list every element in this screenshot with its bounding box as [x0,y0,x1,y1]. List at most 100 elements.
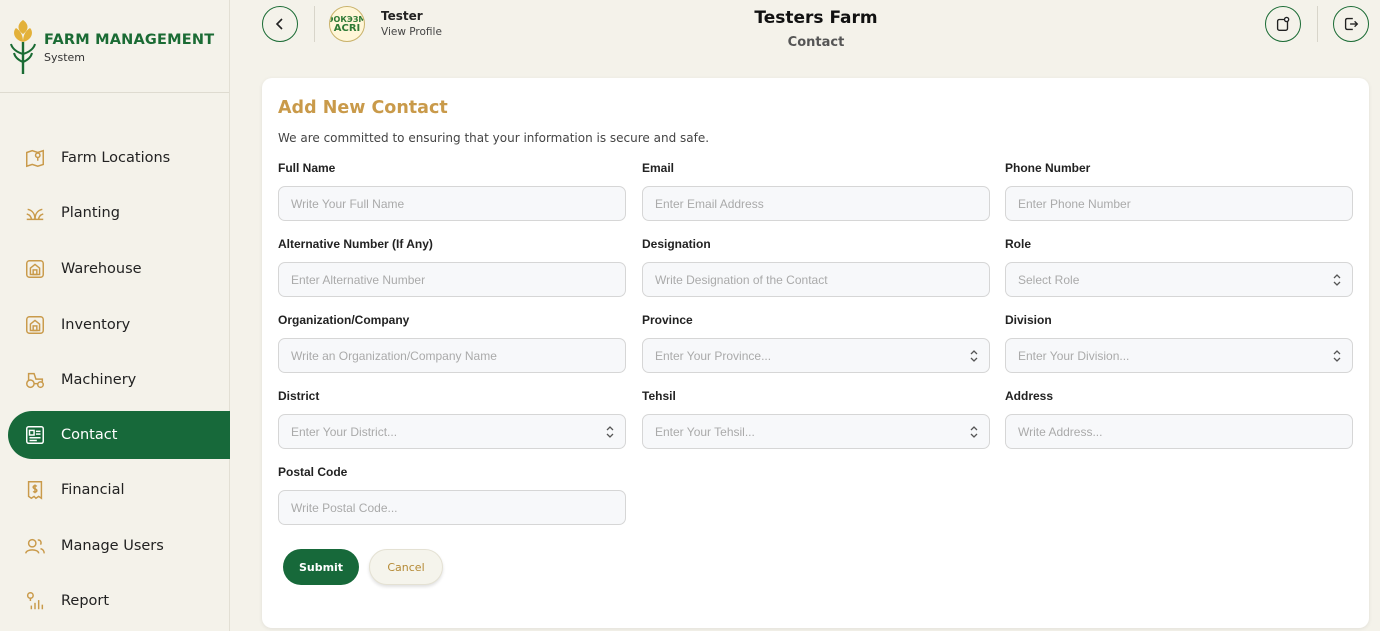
role-select[interactable]: Select Role [1005,262,1353,297]
division-select[interactable]: Enter Your Division... [1005,338,1353,373]
field-label: Division [1005,313,1052,327]
designation-input[interactable]: Write Designation of the Contact [642,262,990,297]
field-label: Role [1005,237,1032,251]
sidebar-item-warehouse[interactable]: Warehouse [8,245,230,293]
contact-book-icon [23,423,47,447]
sidebar-item-label: Financial [61,482,125,498]
header-divider [1317,6,1318,42]
alternative-number-input[interactable]: Enter Alternative Number [278,262,626,297]
full-name-field: Full Name Write Your Full Name [278,161,626,221]
province-select[interactable]: Enter Your Province... [642,338,990,373]
avatar-logo: ЭОКЭЗМ ACRI [329,15,365,34]
tehsil-field: Tehsil Enter Your Tehsil... [642,389,990,449]
address-input[interactable]: Write Address... [1005,414,1353,449]
role-field: Role Select Role [1005,237,1353,297]
form-subtitle: We are committed to ensuring that your i… [278,131,710,145]
back-button[interactable] [262,6,298,42]
full-name-input[interactable]: Write Your Full Name [278,186,626,221]
brand-title: FARM MANAGEMENT [44,32,215,48]
brand-logo: FARM MANAGEMENT System [8,20,214,76]
field-label: Designation [642,237,711,251]
alternative-number-field: Alternative Number (If Any) Enter Altern… [278,237,626,297]
sidebar: FARM MANAGEMENT System Farm Locations Pl… [0,0,230,631]
sidebar-item-contact[interactable]: Contact [8,411,230,459]
tractor-icon [23,368,47,392]
sidebar-item-report[interactable]: Report [8,577,230,625]
wheat-logo-icon [10,20,36,74]
farm-title: Testers Farm [754,8,878,28]
postal-code-field: Postal Code Write Postal Code... [278,465,626,525]
chevron-up-down-icon [1333,350,1341,362]
chevron-up-down-icon [970,350,978,362]
logout-icon [1344,17,1359,31]
sidebar-item-machinery[interactable]: Machinery [8,356,230,404]
chevron-up-down-icon [1333,274,1341,286]
sidebar-item-planting[interactable]: Planting [8,189,230,237]
user-name: Tester [381,9,423,23]
district-select-value: Enter Your District... [291,424,398,439]
cancel-button[interactable]: Cancel [369,549,443,585]
email-input[interactable]: Enter Email Address [642,186,990,221]
receipt-dollar-icon [23,478,47,502]
field-label: Province [642,313,693,327]
add-contact-card: Add New Contact We are committed to ensu… [262,78,1369,628]
field-label: Tehsil [642,389,676,403]
avatar[interactable]: ЭОКЭЗМ ACRI [329,6,365,42]
email-field: Email Enter Email Address [642,161,990,221]
users-icon [23,534,47,558]
designation-field: Designation Write Designation of the Con… [642,237,990,297]
field-label: Phone Number [1005,161,1091,175]
header-divider [314,6,315,42]
brand-subtitle: System [44,51,86,64]
field-label: Postal Code [278,465,348,479]
province-select-value: Enter Your Province... [655,348,772,363]
divider [0,92,229,93]
postal-code-input[interactable]: Write Postal Code... [278,490,626,525]
map-icon [23,146,47,170]
chevron-left-icon [275,18,283,30]
phone-number-field: Phone Number Enter Phone Number [1005,161,1353,221]
field-label: Address [1005,389,1054,403]
province-field: Province Enter Your Province... [642,313,990,373]
sprout-icon [23,201,47,225]
division-select-value: Enter Your Division... [1018,348,1130,363]
field-label: District [278,389,320,403]
tehsil-select-value: Enter Your Tehsil... [655,424,755,439]
division-field: Division Enter Your Division... [1005,313,1353,373]
chevron-up-down-icon [606,426,614,438]
sidebar-item-label: Manage Users [61,538,164,554]
sidebar-item-label: Farm Locations [61,150,171,166]
district-select[interactable]: Enter Your District... [278,414,626,449]
notification-button[interactable] [1265,6,1301,42]
organization-input[interactable]: Write an Organization/Company Name [278,338,626,373]
sidebar-item-label: Inventory [61,317,131,333]
sidebar-item-manage-users[interactable]: Manage Users [8,522,230,570]
warehouse-icon [23,257,47,281]
sidebar-item-label: Warehouse [61,261,142,277]
chart-pin-icon [23,589,47,613]
address-field: Address Write Address... [1005,389,1353,449]
district-field: District Enter Your District... [278,389,626,449]
organization-field: Organization/Company Write an Organizati… [278,313,626,373]
inventory-icon [23,313,47,337]
sidebar-item-label: Contact [61,427,118,443]
logout-button[interactable] [1333,6,1369,42]
form-title: Add New Contact [278,98,448,118]
field-label: Organization/Company [278,313,410,327]
page-title: Contact [787,35,845,50]
view-profile-link[interactable]: View Profile [381,26,442,38]
sidebar-item-inventory[interactable]: Inventory [8,301,230,349]
chevron-up-down-icon [970,426,978,438]
sidebar-item-label: Planting [61,205,120,221]
role-select-value: Select Role [1018,272,1080,287]
phone-number-input[interactable]: Enter Phone Number [1005,186,1353,221]
field-label: Alternative Number (If Any) [278,237,433,251]
field-label: Email [642,161,675,175]
tehsil-select[interactable]: Enter Your Tehsil... [642,414,990,449]
sidebar-item-label: Report [61,593,110,609]
sidebar-item-financial[interactable]: Financial [8,466,230,514]
sidebar-item-farm-locations[interactable]: Farm Locations [8,134,230,182]
submit-button[interactable]: Submit [283,549,359,585]
share-box-icon [1276,16,1290,31]
sidebar-item-label: Machinery [61,372,137,388]
